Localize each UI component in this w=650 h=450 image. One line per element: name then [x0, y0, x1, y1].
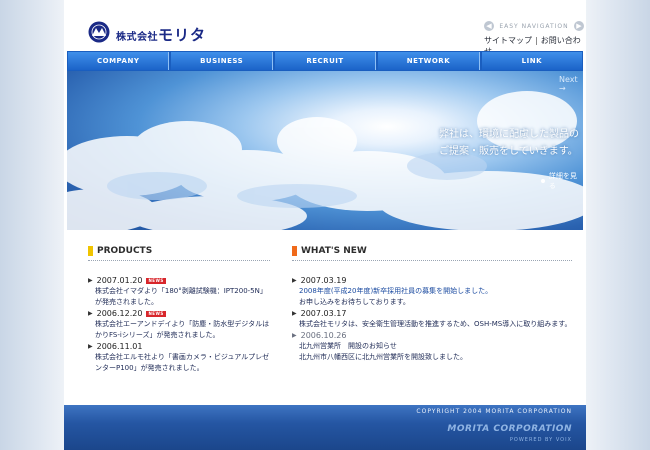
- news-item[interactable]: ▶ 2006.10.26 北九州営業所 開設のお知らせ 北九州市八幡西区に北九州営…: [292, 330, 572, 363]
- whats-new-section: WHAT'S NEW ▶ 2007.03.19 2008年度(平成20年度)新卒採…: [292, 246, 572, 363]
- news-item[interactable]: ▶ 2007.03.19 2008年度(平成20年度)新卒採用社員の募集を開始しま…: [292, 275, 572, 308]
- product-text: 株式会社エーアンドデイより「防塵・防水型デジタルはかりFS-iシリーズ」が発売さ…: [95, 320, 270, 339]
- hero-line-1: 弊社は、環境に配慮した製品の: [439, 129, 579, 140]
- sitemap-link[interactable]: サイトマップ: [484, 36, 532, 45]
- global-nav: COMPANY BUSINESS RECRUIT NETWORK LINK: [67, 51, 583, 71]
- header: 株式会社モリタ ◀ EASY NAVIGATION ▶ サイトマップ | お問い合わ…: [64, 0, 586, 56]
- products-section: PRODUCTS ▶ 2007.01.20 NEWS 株式会社イマダより「180°剥…: [88, 246, 270, 374]
- triangle-bullet-icon: ▶: [292, 310, 297, 317]
- news-item[interactable]: ▶ 2007.03.17 株式会社モリタは、安全衛生管理活動を推進するため、OSH…: [292, 308, 572, 330]
- copyright-text: COPYRIGHT 2004 MORITA CORPORATION: [416, 408, 572, 415]
- news-text: 株式会社モリタは、安全衛生管理活動を推進するため、OSH-MS導入に取り組みます…: [299, 320, 572, 328]
- product-date: 2006.12.20: [96, 309, 143, 318]
- company-prefix: 株式会社: [116, 32, 158, 43]
- product-item[interactable]: ▶ 2006.12.20 NEWS 株式会社エーアンドデイより「防塵・防水型デジタル…: [88, 308, 270, 341]
- nav-company[interactable]: COMPANY: [68, 52, 170, 70]
- news-badge: NEWS: [146, 277, 166, 284]
- easy-nav-label: EASY NAVIGATION: [499, 22, 569, 30]
- product-date: 2006.11.01: [96, 342, 143, 351]
- hero-banner: Next → 弊社は、環境に配慮した製品の ご提案・販売をしていきます。 詳細を…: [67, 71, 583, 230]
- footer: COPYRIGHT 2004 MORITA CORPORATION MORITA…: [64, 405, 586, 450]
- news-text: お申し込みをお待ちしております。: [299, 298, 410, 306]
- triangle-bullet-icon: ▶: [292, 332, 297, 339]
- products-accent-bar: [88, 246, 93, 256]
- nav-recruit[interactable]: RECRUIT: [274, 52, 377, 70]
- morita-mark-icon[interactable]: [88, 21, 110, 43]
- product-text: 株式会社イマダより「180°剥離試験機：IPT200-5N」が発売されました。: [95, 287, 267, 306]
- nav-next-icon[interactable]: ▶: [574, 21, 584, 31]
- news-text: 北九州市八幡西区に北九州営業所を開設致しました。: [299, 353, 467, 361]
- nav-network[interactable]: NETWORK: [378, 52, 480, 70]
- product-text: 株式会社エルモ社より「書画カメラ・ビジュアルプレゼンターP100」が発売されまし…: [95, 353, 270, 372]
- hero-line-2: ご提案・販売をしていきます。: [439, 146, 578, 157]
- page-background-right: [585, 0, 650, 450]
- news-badge: NEWS: [146, 310, 166, 317]
- company-name: モリタ: [158, 26, 207, 44]
- page-container: 株式会社モリタ ◀ EASY NAVIGATION ▶ サイトマップ | お問い合わ…: [64, 0, 586, 450]
- triangle-bullet-icon: ▶: [88, 310, 93, 317]
- triangle-bullet-icon: ▶: [88, 277, 93, 284]
- footer-brand-logo: MORITA CORPORATION: [447, 424, 572, 434]
- link-separator: |: [535, 36, 538, 45]
- nav-business[interactable]: BUSINESS: [171, 52, 273, 70]
- hero-more-link[interactable]: 詳細を見る: [541, 171, 583, 191]
- triangle-bullet-icon: ▶: [88, 343, 93, 350]
- news-date: 2007.03.17: [300, 309, 347, 318]
- easy-navigation: ◀ EASY NAVIGATION ▶: [484, 21, 584, 31]
- triangle-bullet-icon: ▶: [292, 277, 297, 284]
- nav-link[interactable]: LINK: [481, 52, 583, 70]
- product-date: 2007.01.20: [96, 276, 143, 285]
- product-item[interactable]: ▶ 2007.01.20 NEWS 株式会社イマダより「180°剥離試験機：IPT2…: [88, 275, 270, 308]
- company-logo-text[interactable]: 株式会社モリタ: [116, 24, 206, 45]
- news-heading: WHAT'S NEW: [292, 246, 572, 261]
- news-date: 2006.10.26: [300, 331, 347, 340]
- news-text: 2008年度(平成20年度)新卒採用社員の募集を開始しました。: [299, 287, 493, 295]
- products-title: PRODUCTS: [97, 246, 153, 256]
- news-text: 北九州営業所 開設のお知らせ: [299, 342, 397, 350]
- news-accent-bar: [292, 246, 297, 256]
- product-item[interactable]: ▶ 2006.11.01 株式会社エルモ社より「書画カメラ・ビジュアルプレゼンター…: [88, 341, 270, 374]
- bullet-dot-icon: [541, 179, 545, 183]
- news-title: WHAT'S NEW: [301, 246, 367, 256]
- powered-by-text[interactable]: POWERED BY VOIX: [510, 437, 572, 443]
- products-heading: PRODUCTS: [88, 246, 270, 261]
- news-date: 2007.03.19: [300, 276, 347, 285]
- nav-prev-icon[interactable]: ◀: [484, 21, 494, 31]
- hero-next-link[interactable]: Next →: [559, 75, 583, 93]
- hero-more-label: 詳細を見る: [548, 172, 577, 190]
- hero-message: 弊社は、環境に配慮した製品の ご提案・販売をしていきます。: [439, 126, 579, 160]
